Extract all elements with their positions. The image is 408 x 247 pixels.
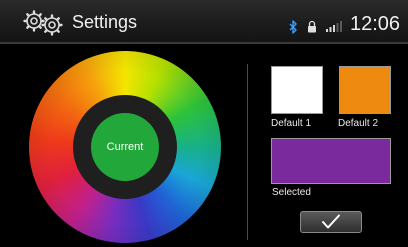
lock-icon — [308, 20, 316, 33]
default-2-label: Default 2 — [338, 118, 379, 129]
bluetooth-icon — [289, 20, 297, 34]
clock: 12:06 — [350, 13, 401, 35]
status-bar: Settings 12:06 — [0, 0, 408, 44]
default-1-swatch[interactable] — [271, 66, 323, 114]
color-wheel[interactable]: Current — [29, 51, 221, 243]
default-1-label: Default 1 — [271, 118, 312, 129]
gear-icon — [23, 10, 63, 36]
check-icon — [322, 214, 340, 229]
signal-icon — [326, 21, 342, 32]
default-2-swatch[interactable] — [339, 66, 391, 114]
current-color-swatch: Current — [91, 113, 159, 181]
page-title: Settings — [72, 12, 138, 32]
selected-label: Selected — [272, 187, 311, 198]
color-settings-panel: Current Default 1 Default 2 Selected — [0, 44, 408, 247]
settings-screen: Settings 12:06 Current Default 1 Default… — [0, 0, 408, 247]
divider — [247, 64, 248, 240]
current-label: Current — [106, 141, 144, 153]
color-wheel-center: Current — [73, 95, 177, 199]
selected-color-swatch[interactable] — [271, 138, 391, 184]
confirm-button[interactable] — [300, 211, 362, 233]
